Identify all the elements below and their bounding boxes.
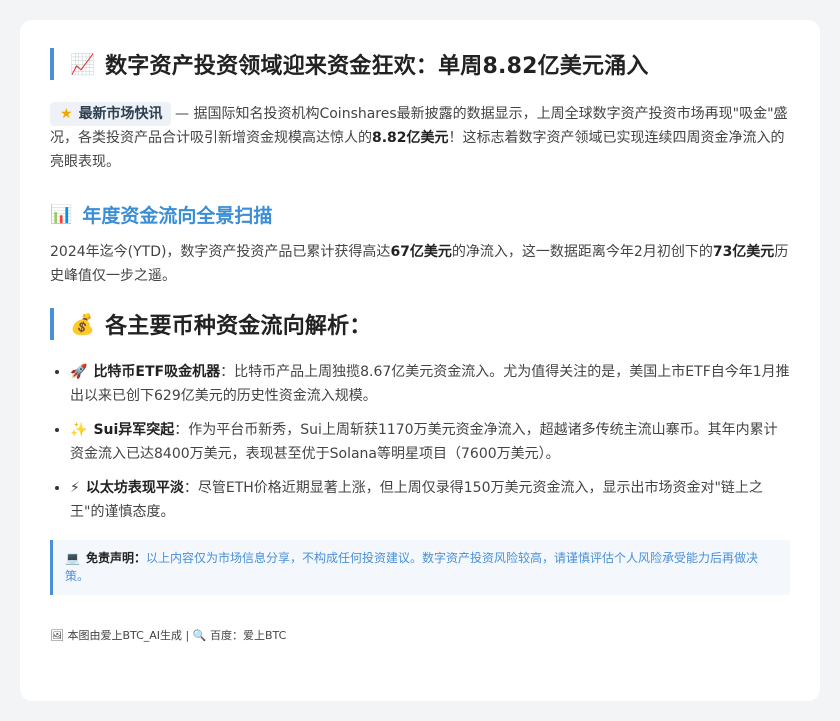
annual-highlight-2: 73亿美元 (712, 244, 775, 260)
annual-text-1: 2024年迄今(YTD)，数字资产投资产品已累计获得高达 (50, 244, 391, 260)
news-paragraph: ★ 最新市场快讯 — 据国际知名投资机构Coinshares最新披露的数据显示，上… (50, 102, 790, 174)
footer-text-1: 本图由爱上BTC_AI生成 | (67, 629, 193, 642)
money-bag-icon: 💰 (70, 312, 96, 336)
list-item-ethereum: ⚡以太坊表现平淡：尽管ETH价格近期显著上涨，但上周仅录得150万美元资金流入，… (70, 476, 790, 524)
footer-credit: 🖼 本图由爱上BTC_AI生成 | 🔍 百度：爱上BTC (50, 627, 790, 643)
news-tag: ★ 最新市场快讯 (50, 102, 171, 126)
coin-flow-list: 🚀比特币ETF吸金机器：比特币产品上周独揽8.67亿美元资金流入。尤为值得关注的… (50, 360, 790, 524)
article-card: 📈 数字资产投资领域迎来资金狂欢：单周8.82亿美元涌入 ★ 最新市场快讯 — 据… (20, 20, 820, 701)
disclaimer-text: 以上内容仅为市场信息分享，不构成任何投资建议。数字资产投资风险较高，请谨慎评估个… (65, 551, 758, 583)
bar-chart-icon: 📊 (50, 203, 73, 225)
annual-highlight-1: 67亿美元 (390, 244, 452, 260)
page-title-text: 数字资产投资领域迎来资金狂欢：单周8.82亿美元涌入 (105, 54, 649, 79)
lightning-icon: ⚡ (70, 480, 80, 496)
annual-heading-text: 年度资金流向全景扫描 (82, 204, 273, 227)
chart-up-icon: 📈 (70, 52, 96, 76)
list-item-bitcoin: 🚀比特币ETF吸金机器：比特币产品上周独揽8.67亿美元资金流入。尤为值得关注的… (70, 360, 790, 408)
page-title: 📈 数字资产投资领域迎来资金狂欢：单周8.82亿美元涌入 (50, 48, 790, 80)
list-item-title: 比特币ETF吸金机器 (93, 364, 221, 380)
list-item-title: 以太坊表现平淡 (85, 480, 184, 496)
list-item-title: Sui异军突起 (93, 422, 175, 438)
image-icon: 🖼 (50, 629, 64, 642)
news-highlight: 8.82亿美元 (372, 130, 449, 146)
annual-paragraph: 2024年迄今(YTD)，数字资产投资产品已累计获得高达67亿美元的净流入，这一… (50, 240, 790, 288)
search-icon: 🔍 (192, 629, 207, 642)
annual-text-2: 的净流入，这一数据距离今年2月初创下的 (451, 244, 713, 260)
laptop-icon: 💻 (65, 551, 80, 565)
disclaimer-box: 💻 免责声明：以上内容仅为市场信息分享，不构成任何投资建议。数字资产投资风险较高，… (50, 540, 790, 595)
sparkles-icon: ✨ (70, 422, 88, 438)
rocket-icon: 🚀 (70, 364, 88, 380)
list-item-sui: ✨ Sui异军突起：作为平台币新秀，Sui上周斩获1170万美元资金净流入，超越诸… (70, 418, 790, 466)
star-icon: ★ (60, 106, 73, 122)
list-item-text: ：作为平台币新秀，Sui上周斩获1170万美元资金净流入，超越诸多传统主流山寨币… (70, 422, 778, 462)
flows-heading-text: 各主要币种资金流向解析： (105, 314, 372, 339)
disclaimer-label: 免责声明： (85, 551, 146, 565)
footer-text-2: 百度：爱上BTC (206, 629, 287, 642)
flows-heading: 💰 各主要币种资金流向解析： (50, 308, 790, 340)
news-tag-label: 最新市场快讯 (78, 106, 163, 122)
annual-heading: 📊 年度资金流向全景扫描 (50, 200, 790, 228)
